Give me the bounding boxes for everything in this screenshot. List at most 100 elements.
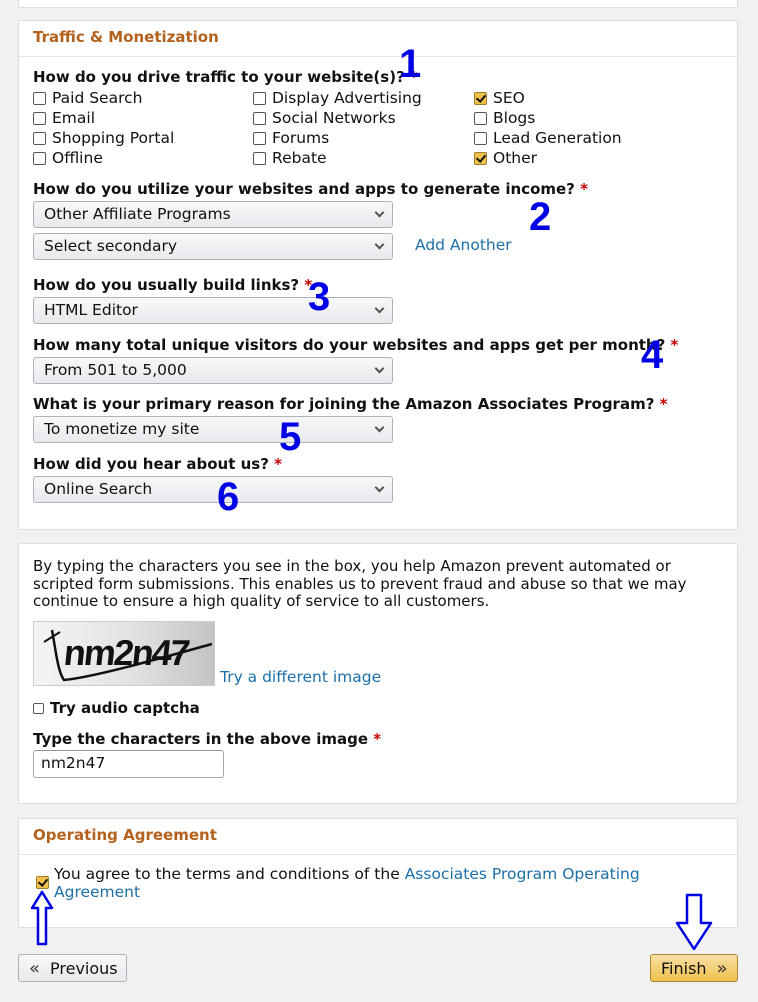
previous-label: Previous bbox=[50, 958, 118, 978]
agree-text: You agree to the terms and conditions of… bbox=[54, 865, 694, 901]
agree-checkbox[interactable] bbox=[36, 876, 49, 889]
chevron-down-icon bbox=[374, 363, 385, 374]
chevron-down-icon bbox=[374, 207, 385, 218]
traffic-option[interactable]: Other bbox=[474, 149, 537, 167]
checkbox-icon[interactable] bbox=[253, 111, 266, 125]
reason-value: To monetize my site bbox=[44, 420, 200, 438]
chevron-down-icon bbox=[374, 422, 385, 433]
q4-label-text: How many total unique visitors do your w… bbox=[33, 336, 666, 354]
hear-about-select[interactable]: Online Search bbox=[33, 476, 393, 503]
checkbox-icon[interactable] bbox=[474, 91, 487, 105]
traffic-option-label: Display Advertising bbox=[272, 89, 422, 107]
income-secondary-value: Select secondary bbox=[44, 237, 178, 255]
add-another-link[interactable]: Add Another bbox=[415, 236, 512, 254]
agreement-panel: Operating Agreement You agree to the ter… bbox=[18, 818, 738, 928]
q6-label: How did you hear about us? * bbox=[33, 455, 282, 473]
q1-label-text: How do you drive traffic to your website… bbox=[33, 68, 405, 86]
reason-select[interactable]: To monetize my site bbox=[33, 416, 393, 443]
checkbox-icon[interactable] bbox=[474, 131, 487, 145]
q5-label-text: What is your primary reason for joining … bbox=[33, 395, 655, 413]
traffic-option[interactable]: Email bbox=[33, 109, 95, 127]
audio-captcha-label: Try audio captcha bbox=[50, 699, 200, 717]
traffic-option-label: Other bbox=[493, 149, 538, 167]
traffic-option-label: Forums bbox=[272, 129, 330, 147]
audio-captcha-option[interactable]: Try audio captcha bbox=[33, 699, 200, 717]
traffic-panel: Traffic & Monetization How do you drive … bbox=[18, 20, 738, 530]
traffic-option-label: Paid Search bbox=[52, 89, 143, 107]
captcha-input-value: nm2n47 bbox=[41, 754, 106, 772]
chevron-down-icon bbox=[374, 239, 385, 250]
double-chevron-left-icon: « bbox=[29, 957, 41, 979]
annotation-number-5: 5 bbox=[279, 415, 302, 459]
q5-label: What is your primary reason for joining … bbox=[33, 395, 668, 413]
build-links-select[interactable]: HTML Editor bbox=[33, 297, 393, 324]
traffic-option[interactable]: Lead Generation bbox=[474, 129, 622, 147]
traffic-option-label: Email bbox=[52, 109, 96, 127]
annotation-number-1: 1 bbox=[399, 42, 422, 86]
checkbox-icon[interactable] bbox=[33, 111, 46, 125]
traffic-option-label: Blogs bbox=[493, 109, 536, 127]
top-panel-edge bbox=[18, 0, 738, 8]
traffic-option[interactable]: Rebate bbox=[253, 149, 327, 167]
down-arrow-icon bbox=[675, 893, 713, 951]
visitors-select[interactable]: From 501 to 5,000 bbox=[33, 357, 393, 384]
build-links-value: HTML Editor bbox=[44, 301, 138, 319]
q6-label-text: How did you hear about us? bbox=[33, 455, 269, 473]
checkbox-icon[interactable] bbox=[33, 91, 46, 105]
up-arrow-icon bbox=[30, 890, 54, 946]
required-mark: * bbox=[659, 395, 668, 413]
checkbox-icon[interactable] bbox=[33, 151, 46, 165]
checkbox-icon[interactable] bbox=[253, 131, 266, 145]
traffic-option[interactable]: Paid Search bbox=[33, 89, 142, 107]
income-secondary-select[interactable]: Select secondary bbox=[33, 233, 393, 260]
checkbox-icon[interactable] bbox=[474, 111, 487, 125]
traffic-option-label: Social Networks bbox=[272, 109, 396, 127]
q3-label: How do you usually build links? * bbox=[33, 276, 312, 294]
captcha-input-label: Type the characters in the above image * bbox=[33, 730, 381, 748]
checkbox-icon[interactable] bbox=[253, 151, 266, 165]
q1-label: How do you drive traffic to your website… bbox=[33, 68, 418, 86]
income-primary-select[interactable]: Other Affiliate Programs bbox=[33, 201, 393, 228]
income-primary-value: Other Affiliate Programs bbox=[44, 205, 231, 223]
previous-button[interactable]: « Previous bbox=[18, 954, 127, 982]
try-different-image-link[interactable]: Try a different image bbox=[220, 668, 381, 686]
traffic-option-label: Offline bbox=[52, 149, 103, 167]
q3-label-text: How do you usually build links? bbox=[33, 276, 300, 294]
checkbox-icon[interactable] bbox=[474, 151, 487, 165]
required-mark: * bbox=[580, 180, 588, 198]
required-mark: * bbox=[373, 730, 382, 748]
checkbox-icon[interactable] bbox=[33, 702, 44, 714]
visitors-value: From 501 to 5,000 bbox=[44, 361, 187, 379]
required-mark: * bbox=[670, 336, 679, 354]
hear-about-value: Online Search bbox=[44, 480, 153, 498]
traffic-option[interactable]: Display Advertising bbox=[253, 89, 422, 107]
traffic-option[interactable]: Offline bbox=[33, 149, 103, 167]
finish-label: Finish bbox=[661, 958, 707, 978]
captcha-description: By typing the characters you see in the … bbox=[33, 557, 687, 610]
traffic-option[interactable]: Forums bbox=[253, 129, 329, 147]
annotation-number-4: 4 bbox=[641, 333, 664, 377]
agreement-title: Operating Agreement bbox=[19, 819, 737, 855]
finish-button[interactable]: Finish » bbox=[650, 954, 738, 982]
traffic-option-label: Lead Generation bbox=[493, 129, 622, 147]
traffic-option[interactable]: Social Networks bbox=[253, 109, 396, 127]
checkbox-icon[interactable] bbox=[253, 91, 266, 105]
traffic-option-label: Shopping Portal bbox=[52, 129, 175, 147]
checkbox-icon[interactable] bbox=[33, 131, 46, 145]
agree-text-main: You agree to the terms and conditions of… bbox=[54, 865, 400, 883]
traffic-option[interactable]: SEO bbox=[474, 89, 525, 107]
captcha-input[interactable]: nm2n47 bbox=[33, 750, 224, 778]
q4-label: How many total unique visitors do your w… bbox=[33, 336, 678, 354]
q2-label: How do you utilize your websites and app… bbox=[33, 180, 588, 198]
traffic-option-label: SEO bbox=[493, 89, 525, 107]
captcha-image: nm2n47 bbox=[33, 621, 215, 686]
captcha-panel: By typing the characters you see in the … bbox=[18, 543, 738, 804]
traffic-option-label: Rebate bbox=[272, 149, 327, 167]
double-chevron-right-icon: » bbox=[716, 957, 728, 979]
traffic-title: Traffic & Monetization bbox=[19, 21, 737, 57]
traffic-option[interactable]: Blogs bbox=[474, 109, 535, 127]
traffic-option[interactable]: Shopping Portal bbox=[33, 129, 174, 147]
q2-label-text: How do you utilize your websites and app… bbox=[33, 180, 575, 198]
captcha-text: nm2n47 bbox=[61, 632, 191, 673]
annotation-number-3: 3 bbox=[308, 275, 331, 319]
